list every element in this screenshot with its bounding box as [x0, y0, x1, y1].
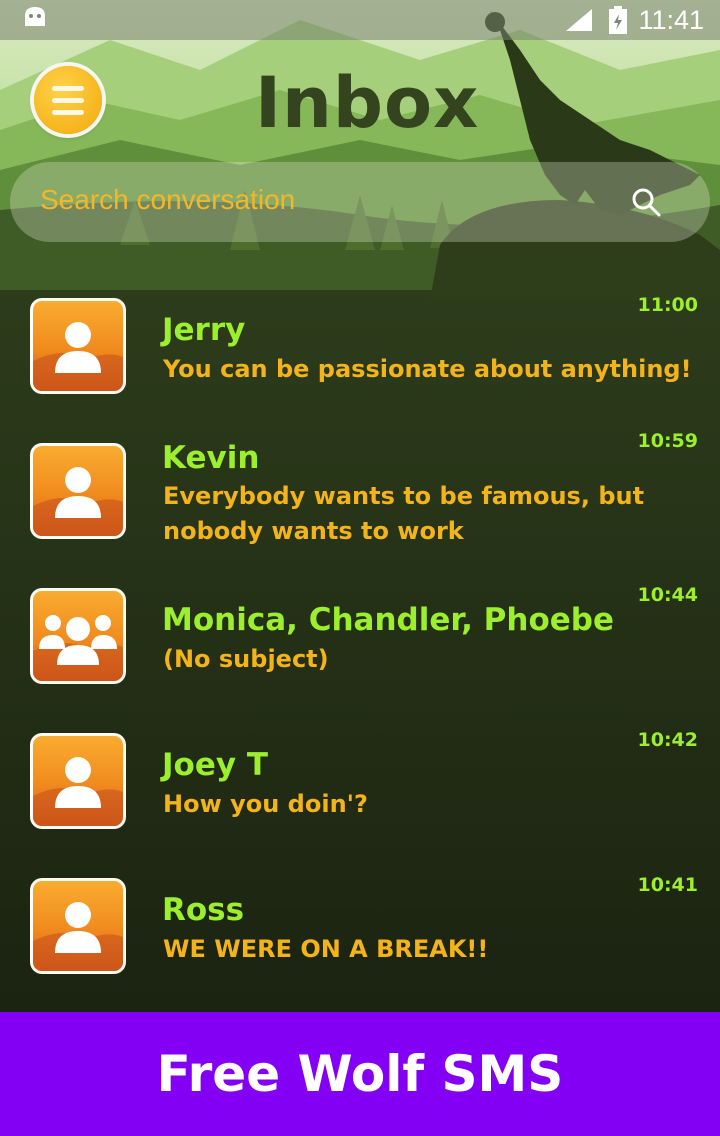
message-snippet: WE WERE ON A BREAK!! [163, 935, 489, 963]
person-icon [33, 757, 123, 826]
message-snippet: You can be passionate about anything! [163, 355, 692, 383]
battery-icon [609, 6, 628, 34]
status-time: 11:41 [638, 4, 704, 35]
android-icon [25, 7, 45, 26]
search-bar[interactable]: Search conversation [10, 162, 710, 242]
contact-name: Ross [162, 892, 245, 928]
contact-name: Kevin [162, 440, 260, 476]
person-icon [33, 902, 123, 971]
message-time: 10:59 [637, 430, 698, 452]
menu-line [52, 85, 84, 91]
search-input[interactable]: Search conversation [40, 184, 295, 216]
message-snippet: How you doin'? [163, 790, 368, 818]
contact-name: Jerry [162, 312, 246, 348]
contact-avatar [30, 878, 126, 974]
contact-name: Joey T [162, 747, 269, 783]
group-icon [33, 615, 123, 681]
menu-line [52, 109, 84, 115]
search-icon[interactable] [630, 186, 662, 218]
status-bar: 11:41 [0, 0, 720, 40]
promo-banner[interactable]: Free Wolf SMS [0, 1012, 720, 1136]
signal-icon [566, 9, 593, 31]
message-snippet: (No subject) [163, 645, 329, 673]
page-title: Inbox [255, 62, 480, 144]
person-icon [33, 322, 123, 391]
message-time: 11:00 [637, 294, 698, 316]
contact-avatar [30, 443, 126, 539]
message-time: 10:42 [637, 729, 698, 751]
menu-line [52, 97, 84, 103]
contact-avatar [30, 588, 126, 684]
contact-name: Monica, Chandler, Phoebe [162, 602, 614, 638]
message-snippet: Everybody wants to be famous, but nobody… [163, 482, 645, 545]
contact-avatar [30, 733, 126, 829]
message-time: 10:41 [637, 874, 698, 896]
message-time: 10:44 [637, 584, 698, 606]
contact-avatar [30, 298, 126, 394]
menu-button[interactable] [34, 66, 102, 134]
person-icon [33, 467, 123, 536]
banner-text: Free Wolf SMS [156, 1045, 564, 1103]
